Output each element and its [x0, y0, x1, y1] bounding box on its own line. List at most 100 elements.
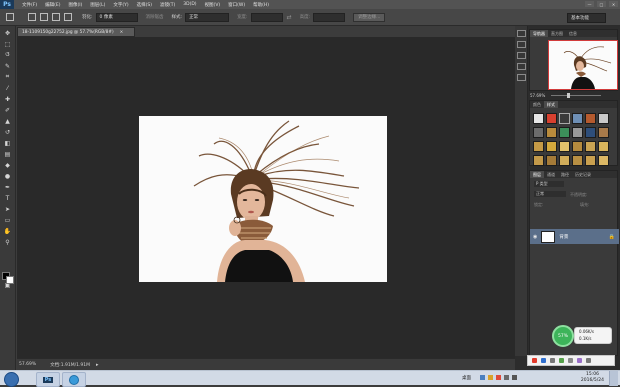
swap-icon[interactable]: ⇄	[287, 14, 292, 21]
minimize-button[interactable]: —	[585, 1, 594, 7]
tray-app-icon[interactable]	[480, 375, 485, 380]
style-swatch[interactable]	[572, 127, 583, 138]
height-input[interactable]	[313, 12, 346, 22]
dodge-tool-icon[interactable]: ●	[3, 172, 12, 180]
navigator-preview[interactable]	[548, 40, 618, 90]
tab-styles[interactable]: 样式	[544, 101, 558, 108]
tab-paths[interactable]: 路径	[558, 172, 572, 178]
network-speed-widget[interactable]: 57%	[552, 325, 574, 347]
paragraph-panel-icon[interactable]	[516, 74, 526, 81]
status-arrow-icon[interactable]: ▸	[96, 362, 99, 368]
show-desktop-button[interactable]	[609, 371, 618, 386]
style-swatch[interactable]	[559, 141, 570, 152]
tab-color[interactable]: 颜色	[530, 102, 544, 108]
toolbox-icon[interactable]	[586, 358, 591, 363]
style-swatch[interactable]	[585, 155, 596, 166]
style-swatch[interactable]	[585, 127, 596, 138]
navigator-zoom-slider[interactable]	[551, 92, 602, 98]
shape-tool-icon[interactable]: ▭	[3, 216, 12, 224]
tab-info[interactable]: 信息	[566, 31, 580, 37]
close-tab-icon[interactable]: ×	[120, 30, 124, 35]
style-swatch[interactable]	[533, 113, 544, 124]
menu-image[interactable]: 图像(I)	[68, 2, 82, 8]
layer-row-background[interactable]: ◉ 背景 🔒	[530, 229, 619, 244]
brush-panel-icon[interactable]	[516, 52, 526, 59]
workspace-select[interactable]: 基本功能	[567, 13, 606, 23]
tab-histogram[interactable]: 直方图	[548, 31, 566, 37]
system-clock[interactable]: 15:06 2016/5/24	[581, 372, 604, 384]
menu-edit[interactable]: 编辑(E)	[45, 2, 60, 8]
style-swatch[interactable]	[585, 113, 596, 124]
tray-app-icon[interactable]	[496, 375, 501, 380]
lasso-tool-icon[interactable]: ଓ	[3, 51, 12, 59]
menu-select[interactable]: 选择(S)	[137, 2, 152, 8]
history-panel-icon[interactable]	[516, 30, 526, 37]
menu-help[interactable]: 帮助(H)	[253, 2, 269, 8]
navigator-zoom-value[interactable]: 57.69%	[530, 93, 545, 98]
style-swatch[interactable]	[533, 127, 544, 138]
hand-tool-icon[interactable]: ✋	[3, 227, 12, 235]
eye-icon[interactable]: ◉	[533, 234, 537, 240]
style-swatch[interactable]	[572, 141, 583, 152]
zoom-tool-icon[interactable]: ⚲	[3, 238, 12, 246]
sogou-icon[interactable]	[532, 358, 537, 363]
volume-icon[interactable]	[512, 375, 517, 380]
menu-type[interactable]: 文字(Y)	[113, 2, 128, 8]
menu-filter[interactable]: 滤镜(T)	[160, 2, 175, 8]
subtract-selection-icon[interactable]	[52, 13, 60, 21]
style-swatch[interactable]	[533, 141, 544, 152]
menu-file[interactable]: 文件(F)	[22, 2, 37, 8]
style-swatch[interactable]	[559, 127, 570, 138]
network-icon[interactable]	[504, 375, 509, 380]
intersect-selection-icon[interactable]	[64, 13, 72, 21]
menu-view[interactable]: 视图(V)	[205, 2, 221, 8]
layer-name[interactable]: 背景	[559, 234, 568, 240]
style-swatch[interactable]	[546, 113, 557, 124]
menu-3d[interactable]: 3D(D)	[183, 2, 196, 7]
style-select[interactable]: 正常	[185, 12, 230, 22]
width-input[interactable]	[250, 12, 283, 22]
keyboard-icon[interactable]	[568, 358, 573, 363]
marquee-tool-icon[interactable]: ⬚	[3, 40, 12, 48]
style-swatch[interactable]	[533, 155, 544, 166]
document-tab[interactable]: 18-1109150g22752.jpg @ 57.7%(RGB/8#) ×	[17, 27, 135, 37]
punctuation-icon[interactable]	[550, 358, 555, 363]
history-brush-icon[interactable]: ↺	[3, 128, 12, 136]
document-photo[interactable]	[139, 116, 387, 282]
move-tool-icon[interactable]: ✥	[3, 29, 12, 37]
tab-layers[interactable]: 图层	[530, 171, 544, 178]
style-swatch[interactable]	[572, 113, 583, 124]
eraser-tool-icon[interactable]: ◧	[3, 139, 12, 147]
actions-panel-icon[interactable]	[516, 41, 526, 48]
pen-tool-icon[interactable]: ✒	[3, 183, 12, 191]
brush-tool-icon[interactable]: ✐	[3, 106, 12, 114]
type-tool-icon[interactable]: T	[3, 194, 12, 202]
healing-brush-icon[interactable]: ✚	[3, 95, 12, 103]
gradient-tool-icon[interactable]: ▤	[3, 150, 12, 158]
eyedropper-icon[interactable]: ⁄	[3, 84, 12, 92]
quick-select-icon[interactable]: ✎	[3, 62, 12, 70]
style-swatch[interactable]	[598, 141, 609, 152]
zoom-slider-thumb[interactable]	[567, 92, 571, 98]
crop-tool-icon[interactable]: ⌗	[3, 73, 12, 81]
blur-tool-icon[interactable]: ◆	[3, 161, 12, 169]
style-swatch[interactable]	[585, 141, 596, 152]
character-panel-icon[interactable]	[516, 63, 526, 70]
menu-window[interactable]: 窗口(W)	[228, 2, 245, 8]
blend-mode-select[interactable]: 正常	[534, 191, 566, 197]
style-swatch[interactable]	[598, 155, 609, 166]
refine-edge-button[interactable]: 调整边缘...	[353, 12, 386, 22]
add-selection-icon[interactable]	[40, 13, 48, 21]
emoji-icon[interactable]	[559, 358, 564, 363]
feather-input[interactable]: 0 像素	[95, 12, 138, 22]
tab-history[interactable]: 历史记录	[572, 172, 594, 178]
skin-icon[interactable]	[577, 358, 582, 363]
style-swatch[interactable]	[598, 113, 609, 124]
menu-layer[interactable]: 图层(L)	[90, 2, 105, 8]
style-swatch[interactable]	[546, 155, 557, 166]
language-icon[interactable]	[541, 358, 546, 363]
style-swatch[interactable]	[559, 155, 570, 166]
new-selection-icon[interactable]	[28, 13, 36, 21]
tab-channels[interactable]: 通道	[544, 172, 558, 178]
path-select-icon[interactable]: ➤	[3, 205, 12, 213]
